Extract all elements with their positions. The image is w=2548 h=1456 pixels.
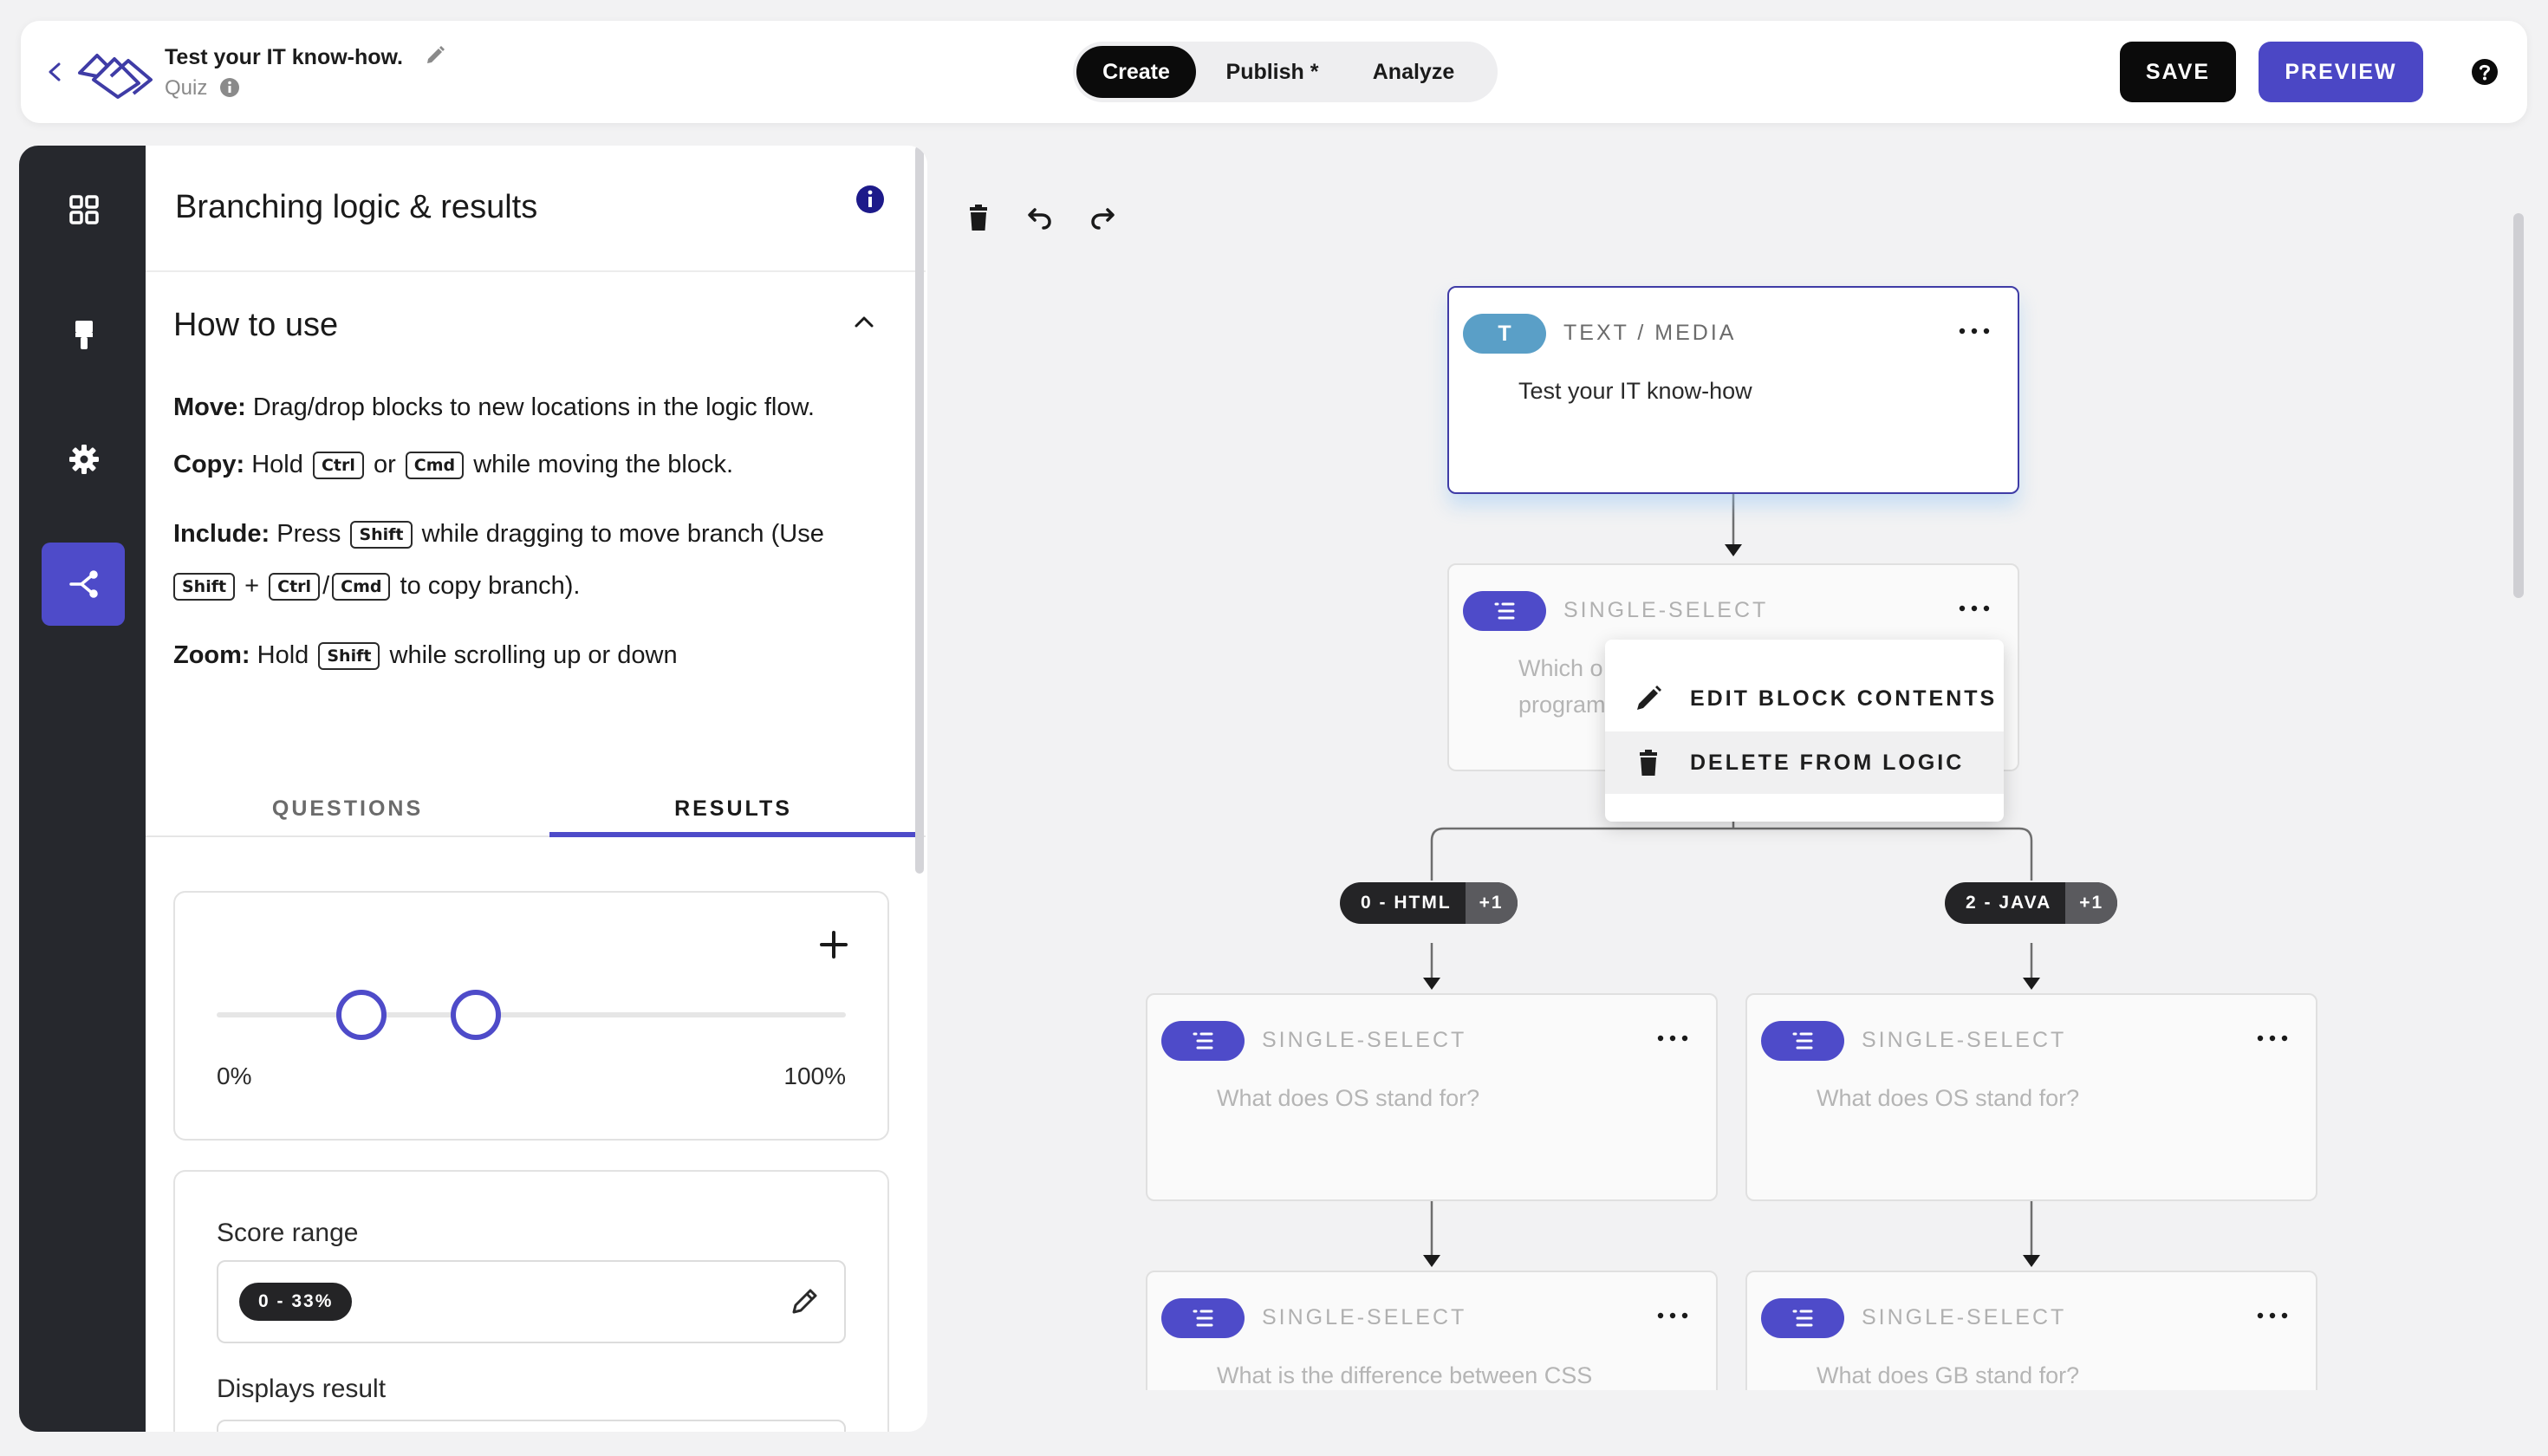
more-menu-icon[interactable] (1955, 322, 1993, 340)
logic-block-single-select[interactable]: SINGLE-SELECT What does OS stand for? (1146, 993, 1718, 1201)
branch-label-html[interactable]: 0 - HTML +1 (1340, 882, 1518, 924)
more-menu-icon[interactable] (1654, 1307, 1692, 1324)
block-type-label: SINGLE-SELECT (1862, 1028, 2067, 1052)
text-media-badge: T (1463, 314, 1546, 354)
block-context-menu: EDIT BLOCK CONTENTS DELETE FROM LOGIC (1605, 640, 2004, 822)
more-menu-icon[interactable] (2253, 1307, 2291, 1324)
logic-block-single-select[interactable]: SINGLE-SELECT What is the difference bet… (1146, 1271, 1718, 1390)
single-select-badge (1161, 1021, 1245, 1061)
canvas-bottom-clip: SINGLE-SELECT What is the difference bet… (1127, 1265, 2340, 1390)
more-menu-icon[interactable] (1955, 600, 1993, 617)
menu-item-label: EDIT BLOCK CONTENTS (1690, 686, 1998, 711)
single-select-badge (1463, 591, 1546, 631)
block-type-label: SINGLE-SELECT (1862, 1305, 2067, 1329)
logic-block-single-select[interactable]: SINGLE-SELECT What does OS stand for? (1745, 993, 2317, 1201)
block-type-label: TEXT / MEDIA (1563, 321, 1737, 345)
logic-block-single-select[interactable]: SINGLE-SELECT What does GB stand for? (1745, 1271, 2317, 1390)
block-text: program (1518, 692, 1606, 718)
branch-label-java[interactable]: 2 - JAVA +1 (1945, 882, 2118, 924)
more-menu-icon[interactable] (1654, 1030, 1692, 1047)
block-type-label: SINGLE-SELECT (1262, 1305, 1467, 1329)
menu-item-label: DELETE FROM LOGIC (1690, 751, 1965, 775)
logic-connectors (1423, 494, 2040, 1267)
block-text: What does GB stand for? (1817, 1362, 2080, 1388)
logic-block-text-media[interactable]: T TEXT / MEDIA Test your IT know-how (1447, 286, 2019, 494)
block-text: What does OS stand for? (1817, 1085, 2080, 1111)
block-text: What is the difference between CSS (1217, 1362, 1593, 1388)
block-type-label: SINGLE-SELECT (1262, 1028, 1467, 1052)
single-select-badge (1761, 1298, 1844, 1338)
single-select-badge (1761, 1021, 1844, 1061)
trash-icon (1633, 747, 1664, 778)
block-text: What does OS stand for? (1217, 1085, 1480, 1111)
menu-item-delete-from-logic[interactable]: DELETE FROM LOGIC (1605, 731, 2004, 794)
single-select-badge (1161, 1298, 1245, 1338)
more-menu-icon[interactable] (2253, 1030, 2291, 1047)
block-type-label: SINGLE-SELECT (1563, 598, 1769, 622)
block-text: Which o (1518, 655, 1603, 681)
block-text: Test your IT know-how (1518, 378, 1752, 404)
pencil-icon (1633, 683, 1664, 714)
menu-item-edit-block-contents[interactable]: EDIT BLOCK CONTENTS (1605, 667, 2004, 730)
